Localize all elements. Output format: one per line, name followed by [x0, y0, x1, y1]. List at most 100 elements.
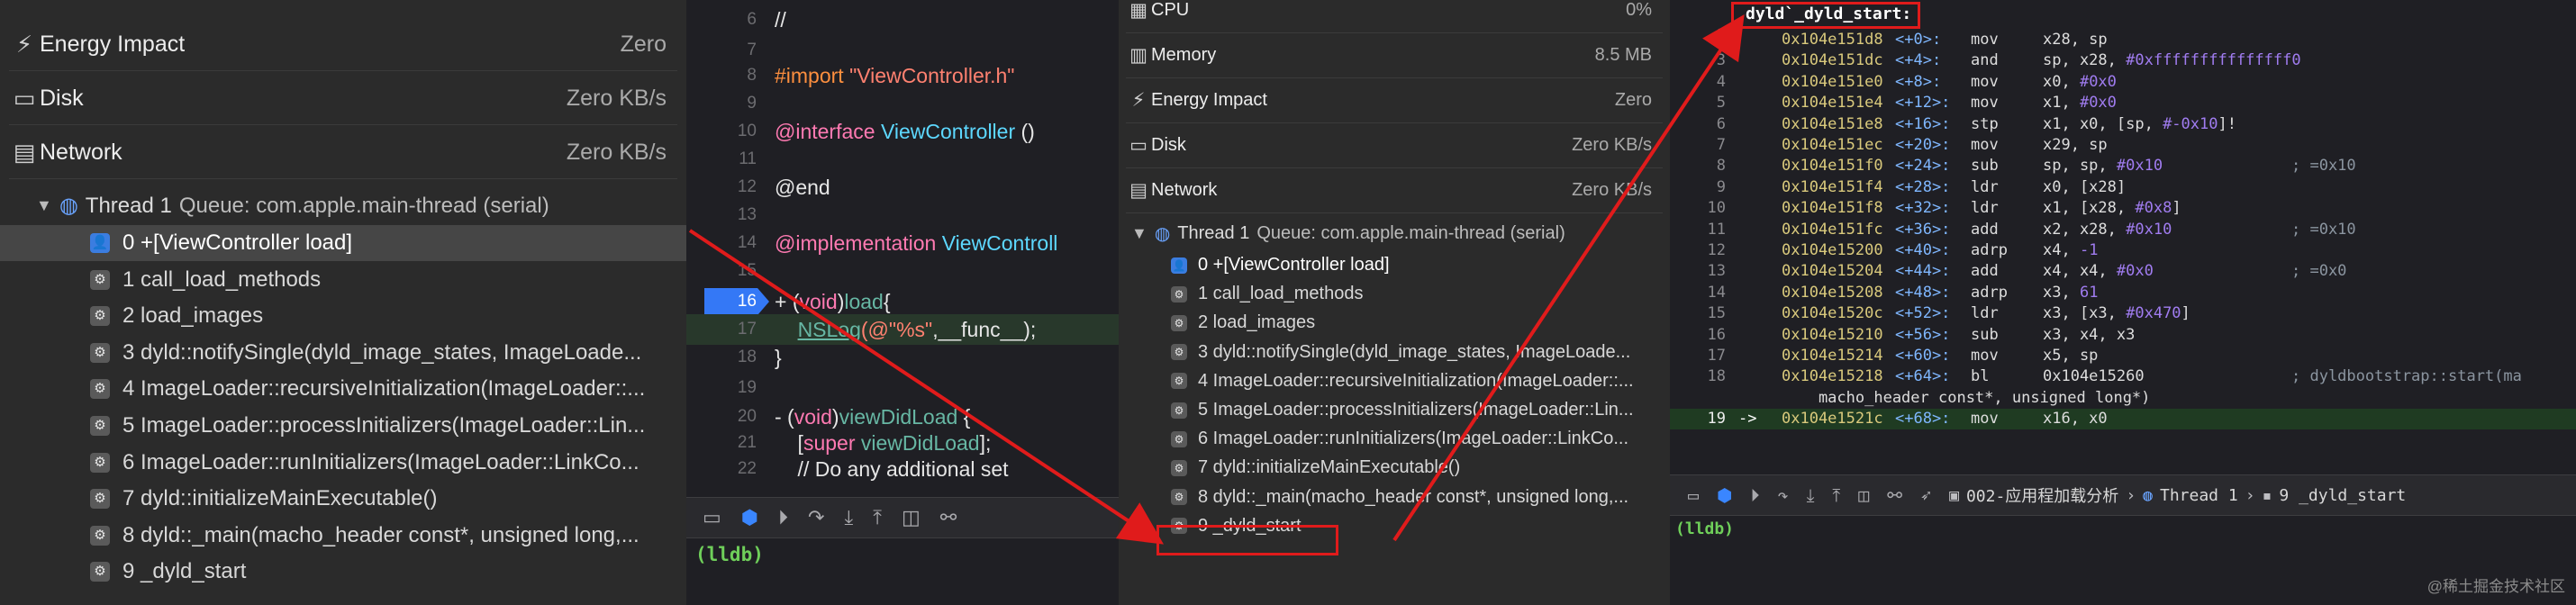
thread-row[interactable]: ▼ ◍ Thread 1 Queue: com.apple.main-threa… [1131, 222, 1565, 245]
opcode: and [1971, 51, 1999, 70]
line-number: 10 [1707, 199, 1726, 218]
stack-frame[interactable]: ⚙ 6 ImageLoader::runInitializers(ImageLoa… [1119, 424, 1670, 454]
gauge-label: Network [1151, 179, 1218, 200]
step-into-icon[interactable]: ⤓ [1807, 484, 1815, 506]
gauge-disk[interactable]: ▭ Disk Zero KB/s [1126, 122, 1663, 168]
asm-line[interactable]: 10 0x104e151f8 <+32>: ldr x1, [x28, #0x8] [1670, 198, 2576, 219]
step-out-icon[interactable]: ⤒ [873, 506, 882, 529]
asm-line[interactable]: 2 0x104e151d8 <+0>: mov x28, sp [1670, 30, 2576, 50]
code-line[interactable]: 9 [686, 88, 1119, 119]
opcode: ldr [1971, 304, 1999, 323]
line-number: 13 [1707, 262, 1726, 281]
gauge-cpu[interactable]: ▦ CPU 0% [1126, 0, 1663, 33]
gauge-energy-impact[interactable]: ⚡ Energy Impact Zero [9, 18, 677, 71]
step-into-icon[interactable]: ⤓ [844, 506, 853, 529]
bolt-icon: ⚡ [15, 30, 33, 58]
code-line-current[interactable]: 17 NSLog(@"%s",__func__); [686, 314, 1119, 345]
code-line[interactable]: 22 // Do any additional set [686, 454, 1119, 484]
lldb-prompt[interactable]: (lldb) [1675, 519, 1734, 538]
code-line[interactable]: 8 #import "ViewController.h" [686, 60, 1119, 91]
gauge-disk[interactable]: ▭ Disk Zero KB/s [9, 72, 677, 125]
asm-line[interactable]: 14 0x104e15208 <+48>: adrp x3, 61 [1670, 283, 2576, 303]
asm-line[interactable]: 8 0x104e151f0 <+24>: sub sp, sp, #0x10 ; =0x1… [1670, 156, 2576, 176]
gauge-network[interactable]: ▤ Network Zero KB/s [9, 126, 677, 179]
code-line[interactable]: 14 @implementation ViewControll [686, 228, 1119, 258]
disclosure-triangle-icon[interactable]: ▼ [36, 196, 52, 215]
stack-frame[interactable]: ⚙ 5 ImageLoader::processInitializers(Imag… [1119, 395, 1670, 425]
code-line[interactable]: 19 [686, 373, 1119, 403]
stack-frame[interactable]: ⚙ 1 call_load_methods [0, 262, 686, 298]
stack-frame[interactable]: ⚙ 5 ImageLoader::processInitializers(Imag… [0, 408, 686, 444]
gauge-memory[interactable]: ▥ Memory 8.5 MB [1126, 32, 1663, 78]
stack-frame-label: 8 dyld::_main(macho_header const*, unsig… [1198, 486, 1629, 507]
asm-line[interactable]: 6 0x104e151e8 <+16>: stp x1, x0, [sp, #-0x10… [1670, 114, 2576, 135]
asm-line[interactable]: 17 0x104e15214 <+60>: mov x5, sp [1670, 346, 2576, 366]
memory-graph-icon[interactable]: ⚯ [1887, 484, 1902, 506]
breakpoints-toggle-icon[interactable]: ⬢ [1717, 484, 1732, 506]
stack-frame[interactable]: ⚙ 8 dyld::_main(macho_header const*, unsi… [1119, 483, 1670, 512]
asm-line[interactable]: 16 0x104e15210 <+56>: sub x3, x4, x3 [1670, 325, 2576, 346]
stack-frame[interactable]: 👤 0 +[ViewController load] [0, 225, 686, 261]
continue-icon[interactable]: ⏵ [1751, 484, 1760, 506]
step-over-icon[interactable]: ↷ [1778, 484, 1789, 506]
stack-frame[interactable]: ⚙ 1 call_load_methods [1119, 279, 1670, 309]
asm-line[interactable]: 11 0x104e151fc <+36>: add x2, x28, #0x10 ; =0… [1670, 220, 2576, 240]
breakpoints-toggle-icon[interactable]: ⬢ [741, 506, 758, 529]
hide-console-icon[interactable]: ▭ [1688, 484, 1699, 506]
stack-frame[interactable]: ⚙ 3 dyld::notifySingle(dyld_image_states,… [1119, 338, 1670, 367]
breadcrumb-item[interactable]: Thread 1 [2160, 486, 2238, 505]
stack-frame[interactable]: ⚙ 4 ImageLoader::recursiveInitialization(… [0, 371, 686, 407]
asm-line[interactable]: 12 0x104e15200 <+40>: adrp x4, -1 [1670, 240, 2576, 261]
operand-text: x1, x0, [sp, [2043, 114, 2163, 133]
disclosure-triangle-icon[interactable]: ▼ [1131, 224, 1147, 243]
step-out-icon[interactable]: ⤒ [1832, 484, 1840, 506]
code-line[interactable]: 13 [686, 200, 1119, 230]
operand-text: x3, [x3, [2043, 304, 2127, 323]
code-line[interactable]: 15 [686, 256, 1119, 286]
stack-frame[interactable]: ⚙ 3 dyld::notifySingle(dyld_image_states,… [0, 335, 686, 371]
view-hierarchy-icon[interactable]: ◫ [902, 506, 921, 529]
location-icon[interactable]: ➶ [1920, 484, 1931, 506]
stack-frame[interactable]: ⚙ 8 dyld::_main(macho_header const*, unsi… [0, 518, 686, 554]
asm-current-line[interactable]: 19 -> 0x104e1521c <+68>: mov x16, x0 [1670, 409, 2576, 430]
code-line[interactable]: 11 [686, 144, 1119, 175]
stack-frame[interactable]: ⚙ 7 dyld::initializeMainExecutable() [0, 481, 686, 517]
asm-line[interactable]: 13 0x104e15204 <+44>: add x4, x4, #0x0 ; =0x0 [1670, 261, 2576, 282]
code-line[interactable]: 10 @interface ViewController () [686, 116, 1119, 147]
code-line[interactable]: 18 } [686, 342, 1119, 373]
continue-icon[interactable]: ⏵ [778, 506, 788, 529]
asm-line[interactable]: 7 0x104e151ec <+20>: mov x29, sp [1670, 135, 2576, 156]
hide-console-icon[interactable]: ▭ [703, 506, 721, 529]
breadcrumb-item[interactable]: 9 _dyld_start [2279, 486, 2406, 505]
code-line[interactable]: 6 // [686, 5, 1119, 35]
asm-line[interactable]: 3 0x104e151dc <+4>: and sp, x28, #0xffffffff… [1670, 50, 2576, 71]
view-hierarchy-icon[interactable]: ◫ [1858, 484, 1869, 506]
stack-frame-label: 4 ImageLoader::recursiveInitialization(I… [1198, 370, 1634, 391]
gauge-energy-impact[interactable]: ⚡ Energy Impact Zero [1126, 77, 1663, 123]
asm-line[interactable]: macho_header const*, unsigned long*) [1670, 388, 2576, 409]
thread-queue: Queue: com.apple.main-thread (serial) [1256, 223, 1565, 243]
asm-line[interactable]: 5 0x104e151e4 <+12>: mov x1, #0x0 [1670, 93, 2576, 113]
stack-frame[interactable]: 👤 0 +[ViewController load] [1119, 250, 1670, 280]
gauge-network[interactable]: ▤ Network Zero KB/s [1126, 167, 1663, 213]
line-number: 18 [737, 348, 757, 366]
stack-frame[interactable]: ⚙ 4 ImageLoader::recursiveInitialization(… [1119, 366, 1670, 396]
code-line[interactable]: 12 @end [686, 172, 1119, 203]
stack-frame[interactable]: ⚙ 7 dyld::initializeMainExecutable() [1119, 453, 1670, 483]
asm-line[interactable]: 18 0x104e15218 <+64>: bl 0x104e15260 ; dyldbo… [1670, 366, 2576, 387]
memory-graph-icon[interactable]: ⚯ [940, 506, 957, 529]
system-frame-icon: ⚙ [90, 416, 110, 436]
stack-frame[interactable]: ⚙ 9 _dyld_start [0, 554, 686, 590]
stack-frame[interactable]: ⚙ 2 load_images [0, 298, 686, 334]
breadcrumb-item[interactable]: 002-应用程加载分析 [1966, 483, 2118, 507]
stack-frame[interactable]: ⚙ 2 load_images [1119, 308, 1670, 338]
asm-line[interactable]: 4 0x104e151e0 <+8>: mov x0, #0x0 [1670, 72, 2576, 93]
asm-line[interactable]: 15 0x104e1520c <+52>: ldr x3, [x3, #0x470] [1670, 303, 2576, 324]
lldb-prompt[interactable]: (lldb) [695, 544, 764, 565]
asm-line[interactable]: 9 0x104e151f4 <+28>: ldr x0, [x28] [1670, 177, 2576, 198]
step-over-icon[interactable]: ↷ [808, 506, 824, 529]
system-frame-icon: ⚙ [1171, 489, 1187, 506]
code-line-breakpoint[interactable]: 16 + (void)load{ [686, 286, 1119, 317]
thread-row[interactable]: ▼ ◍ Thread 1 Queue: com.apple.main-threa… [36, 193, 549, 219]
stack-frame[interactable]: ⚙ 6 ImageLoader::runInitializers(ImageLoa… [0, 445, 686, 481]
